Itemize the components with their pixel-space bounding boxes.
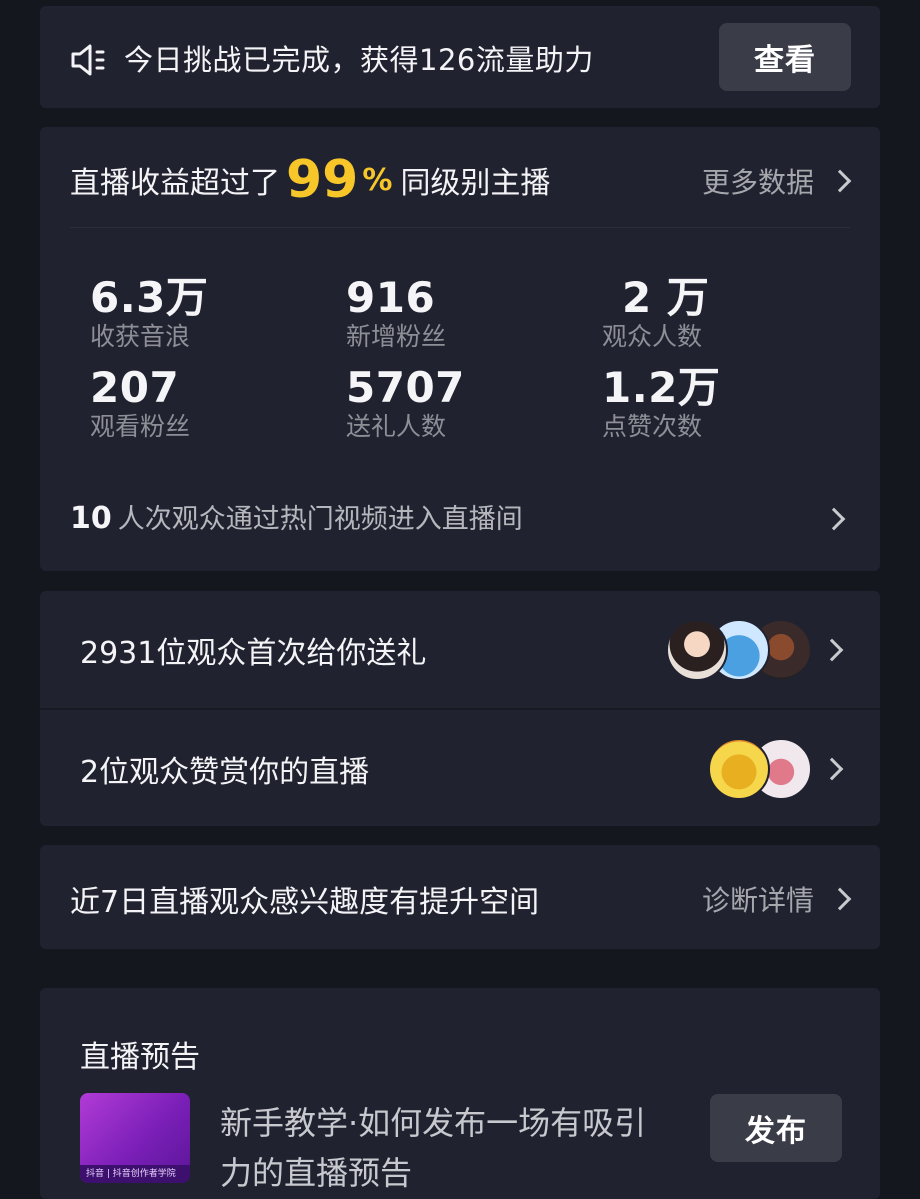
metric-new-fans: 916 新增粉丝 bbox=[346, 273, 446, 353]
earnings-headline: 直播收益超过了 99 % 同级别主播 bbox=[70, 147, 550, 213]
preview-title: 直播预告 bbox=[80, 1040, 200, 1075]
metric-label: 点赞次数 bbox=[602, 412, 703, 441]
metric-value: 6.3万 bbox=[90, 273, 209, 322]
more-data-link[interactable]: 更多数据 bbox=[701, 161, 852, 201]
appreciate-row[interactable]: 2位观众赞赏你的直播 bbox=[40, 710, 880, 826]
publish-button[interactable]: 发布 bbox=[710, 1094, 842, 1162]
metric-sound-waves: 6.3万 收获音浪 bbox=[90, 273, 208, 353]
chevron-right-icon bbox=[820, 757, 844, 780]
metric-likes: 1.2万 点赞次数 bbox=[602, 363, 720, 443]
metric-label: 观众人数 bbox=[602, 322, 703, 351]
metric-value: 916 bbox=[346, 273, 436, 322]
metric-label: 新增粉丝 bbox=[346, 322, 447, 351]
metric-value: 5707 bbox=[346, 363, 465, 412]
tutorial-thumbnail[interactable]: 抖音 | 抖音创作者学院 bbox=[80, 1093, 190, 1183]
chevron-right-icon bbox=[822, 507, 846, 531]
metric-watching-fans: 207 观看粉丝 bbox=[90, 363, 190, 443]
earnings-prefix: 直播收益超过了 bbox=[70, 166, 280, 201]
avatar bbox=[666, 618, 728, 681]
more-data-label: 更多数据 bbox=[701, 166, 814, 199]
avatar-stack bbox=[666, 618, 812, 681]
appreciate-text: 2位观众赞赏你的直播 bbox=[80, 754, 370, 790]
gift-summary-card: 2931位观众首次给你送礼 2位观众赞赏你的直播 bbox=[40, 591, 880, 826]
challenge-message: 今日挑战已完成，获得126流量助力 bbox=[124, 43, 594, 77]
metric-viewers: 2 万 观众人数 bbox=[602, 273, 709, 353]
thumbnail-caption: 抖音 | 抖音创作者学院 bbox=[80, 1165, 190, 1183]
live-preview-card: 直播预告 抖音 | 抖音创作者学院 新手教学·如何发布一场有吸引力的直播预告 发… bbox=[40, 988, 880, 1199]
metric-value: 207 bbox=[90, 363, 180, 412]
metric-label: 收获音浪 bbox=[90, 322, 191, 351]
metric-value: 2 万 bbox=[622, 273, 710, 322]
avatar-stack bbox=[708, 737, 812, 800]
challenge-banner: 今日挑战已完成，获得126流量助力 查看 bbox=[40, 6, 880, 108]
hot-count: 10 bbox=[70, 501, 112, 536]
chevron-right-icon bbox=[828, 887, 852, 911]
first-gift-text: 2931位观众首次给你送礼 bbox=[80, 635, 427, 671]
metric-label: 送礼人数 bbox=[346, 412, 447, 441]
first-gift-row[interactable]: 2931位观众首次给你送礼 bbox=[40, 591, 880, 708]
earnings-percent: 99 bbox=[286, 150, 359, 210]
metric-value: 1.2万 bbox=[602, 363, 721, 412]
speaker-icon bbox=[71, 44, 105, 76]
diagnose-details-label: 诊断详情 bbox=[701, 884, 814, 917]
tutorial-description[interactable]: 新手教学·如何发布一场有吸引力的直播预告 bbox=[220, 1098, 670, 1198]
earnings-suffix: 同级别主播 bbox=[400, 166, 551, 201]
earnings-stats-card: 直播收益超过了 99 % 同级别主播 更多数据 6.3万 收获音浪 916 新增… bbox=[40, 127, 880, 571]
metric-gift-senders: 5707 送礼人数 bbox=[346, 363, 465, 443]
chevron-right-icon bbox=[820, 638, 844, 661]
earnings-percent-sign: % bbox=[362, 162, 393, 198]
hot-video-entry[interactable]: 10 人次观众通过热门视频进入直播间 bbox=[70, 497, 523, 536]
divider bbox=[70, 227, 850, 228]
avatar bbox=[708, 737, 770, 800]
diagnose-text: 近7日直播观众感兴趣度有提升空间 bbox=[70, 885, 540, 920]
diagnose-details-link[interactable]: 诊断详情 bbox=[701, 879, 852, 919]
metric-label: 观看粉丝 bbox=[90, 412, 191, 441]
chevron-right-icon bbox=[828, 169, 852, 193]
view-button[interactable]: 查看 bbox=[719, 23, 851, 91]
hot-text: 人次观众通过热门视频进入直播间 bbox=[117, 504, 523, 535]
diagnose-card[interactable]: 近7日直播观众感兴趣度有提升空间 诊断详情 bbox=[40, 845, 880, 949]
